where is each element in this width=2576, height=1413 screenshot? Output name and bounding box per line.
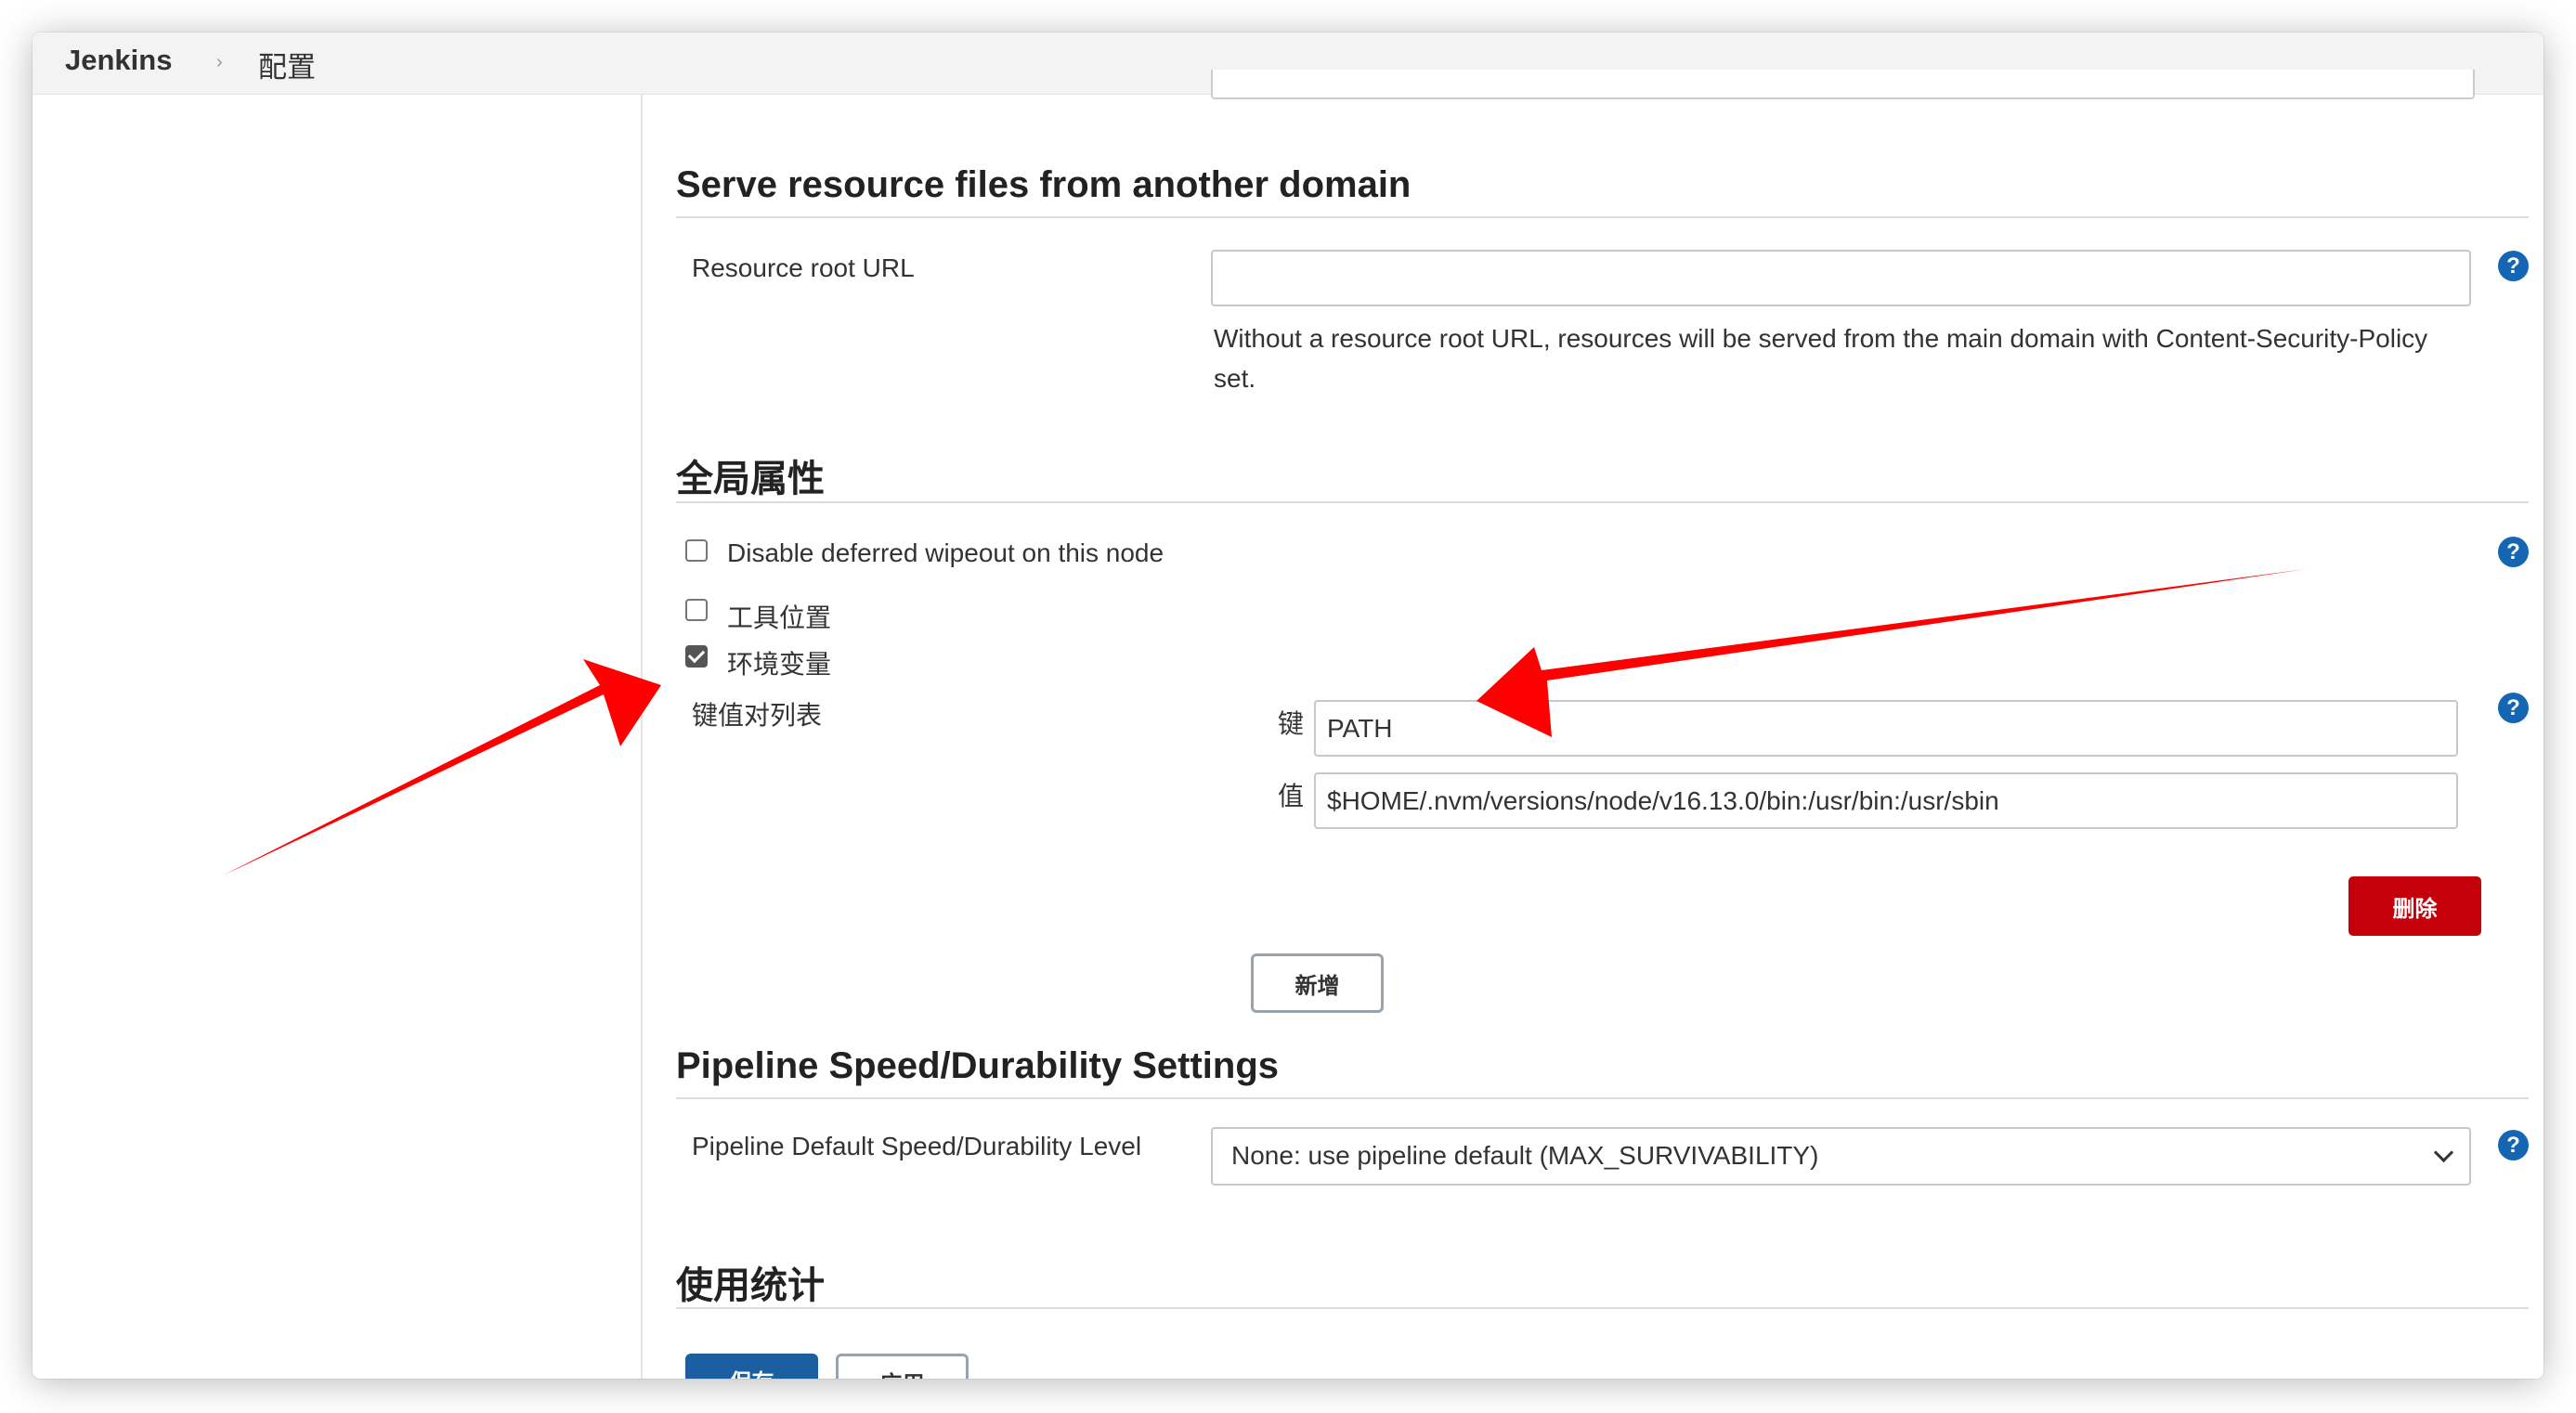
disable-wipeout-checkbox[interactable] [685,539,708,562]
breadcrumb-current-page[interactable]: 配置 [258,44,316,85]
pipeline-level-select[interactable]: None: use pipeline default (MAX_SURVIVAB… [1211,1127,2471,1186]
sidebar-divider [641,94,643,1379]
env-key-input[interactable] [1314,700,2458,757]
breadcrumb-chevron-icon[interactable]: › [216,44,223,81]
section-title-global-properties: 全局属性 [676,459,825,499]
resource-root-url-label: Resource root URL [692,253,915,282]
section-title-resource-domain: Serve resource files from another domain [676,164,1412,205]
breadcrumb-jenkins-link[interactable]: Jenkins [65,44,172,77]
section-divider [676,1097,2529,1099]
section-title-usage-statistics: 使用统计 [676,1265,825,1306]
previous-field-input[interactable] [1211,70,2475,99]
section-divider [676,1307,2529,1309]
chevron-down-icon [2433,1142,2454,1163]
help-icon-disable-wipeout[interactable]: ? [2498,537,2529,567]
help-icon-env-vars[interactable]: ? [2498,693,2529,723]
save-button[interactable]: 保存 [685,1354,818,1379]
disable-wipeout-label: Disable deferred wipeout on this node [727,538,1164,567]
delete-button[interactable]: 删除 [2348,876,2481,936]
env-vars-label: 环境变量 [727,650,832,679]
add-button[interactable]: 新增 [1251,953,1384,1013]
help-icon-resource-root[interactable]: ? [2498,251,2529,281]
jenkins-window: Jenkins › 配置 Serve resource files from a… [33,32,2543,1379]
pipeline-level-selected-value: None: use pipeline default (MAX_SURVIVAB… [1231,1141,1819,1170]
section-divider [676,501,2529,503]
env-vars-checkbox[interactable] [685,645,708,668]
checkmark-icon [687,645,706,664]
tool-locations-checkbox[interactable] [685,599,708,621]
pipeline-level-label: Pipeline Default Speed/Durability Level [692,1132,1142,1160]
kv-list-label: 键值对列表 [692,701,823,730]
env-key-label: 键 [1278,709,1305,738]
resource-root-url-input[interactable] [1211,250,2471,306]
tool-locations-label: 工具位置 [727,603,832,632]
resource-root-url-description: Without a resource root URL, resources w… [1214,324,2428,393]
section-title-pipeline-speed: Pipeline Speed/Durability Settings [676,1045,1280,1086]
env-value-label: 值 [1278,782,1305,810]
section-divider [676,216,2529,218]
apply-button[interactable]: 应用 [836,1354,969,1379]
help-icon-pipeline-level[interactable]: ? [2498,1130,2529,1160]
env-value-input[interactable] [1314,772,2458,829]
